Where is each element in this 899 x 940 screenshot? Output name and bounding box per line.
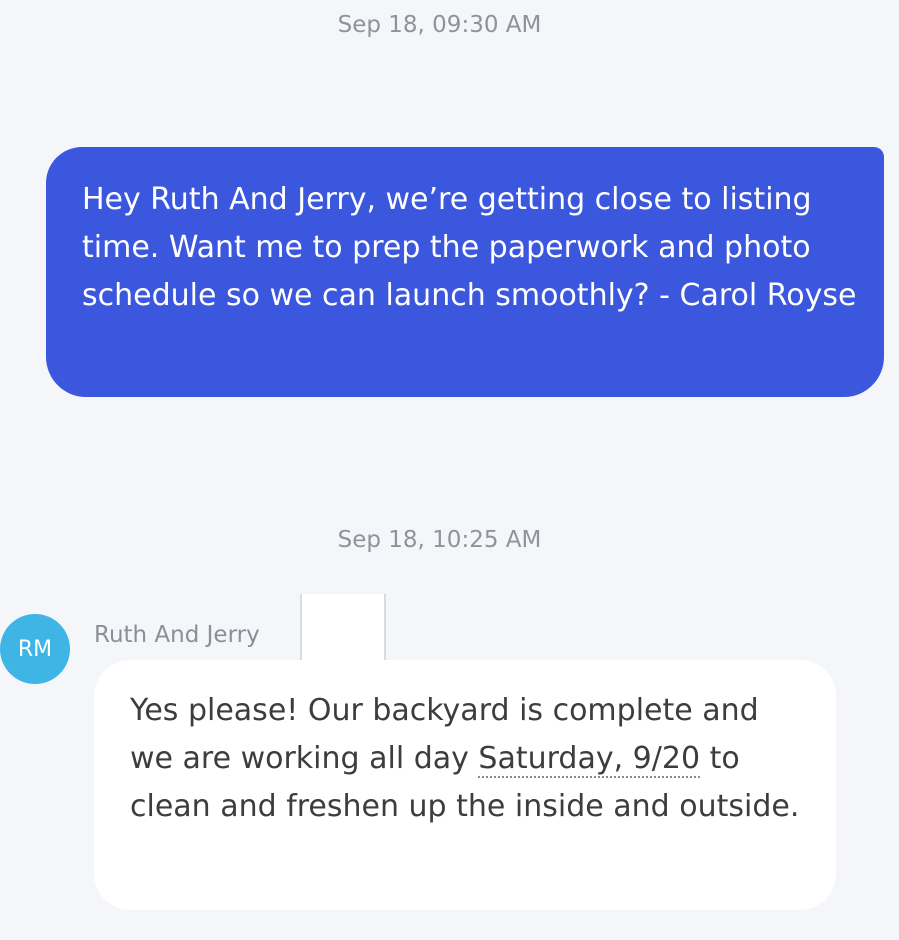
- sender-name-overlay-box: [300, 594, 386, 664]
- message-timestamp: Sep 18, 10:25 AM: [337, 527, 542, 553]
- incoming-message-bubble[interactable]: Yes please! Our backyard is complete and…: [94, 660, 836, 910]
- message-text: Hey Ruth And Jerry, we’re getting close …: [82, 182, 857, 313]
- sender-name: Ruth And Jerry: [94, 622, 260, 648]
- avatar[interactable]: RM: [0, 614, 70, 684]
- avatar-initials: RM: [17, 636, 53, 662]
- message-timestamp: Sep 18, 09:30 AM: [337, 12, 542, 38]
- date-link[interactable]: Saturday, 9/20: [478, 741, 701, 778]
- outgoing-message-bubble[interactable]: Hey Ruth And Jerry, we’re getting close …: [46, 147, 884, 397]
